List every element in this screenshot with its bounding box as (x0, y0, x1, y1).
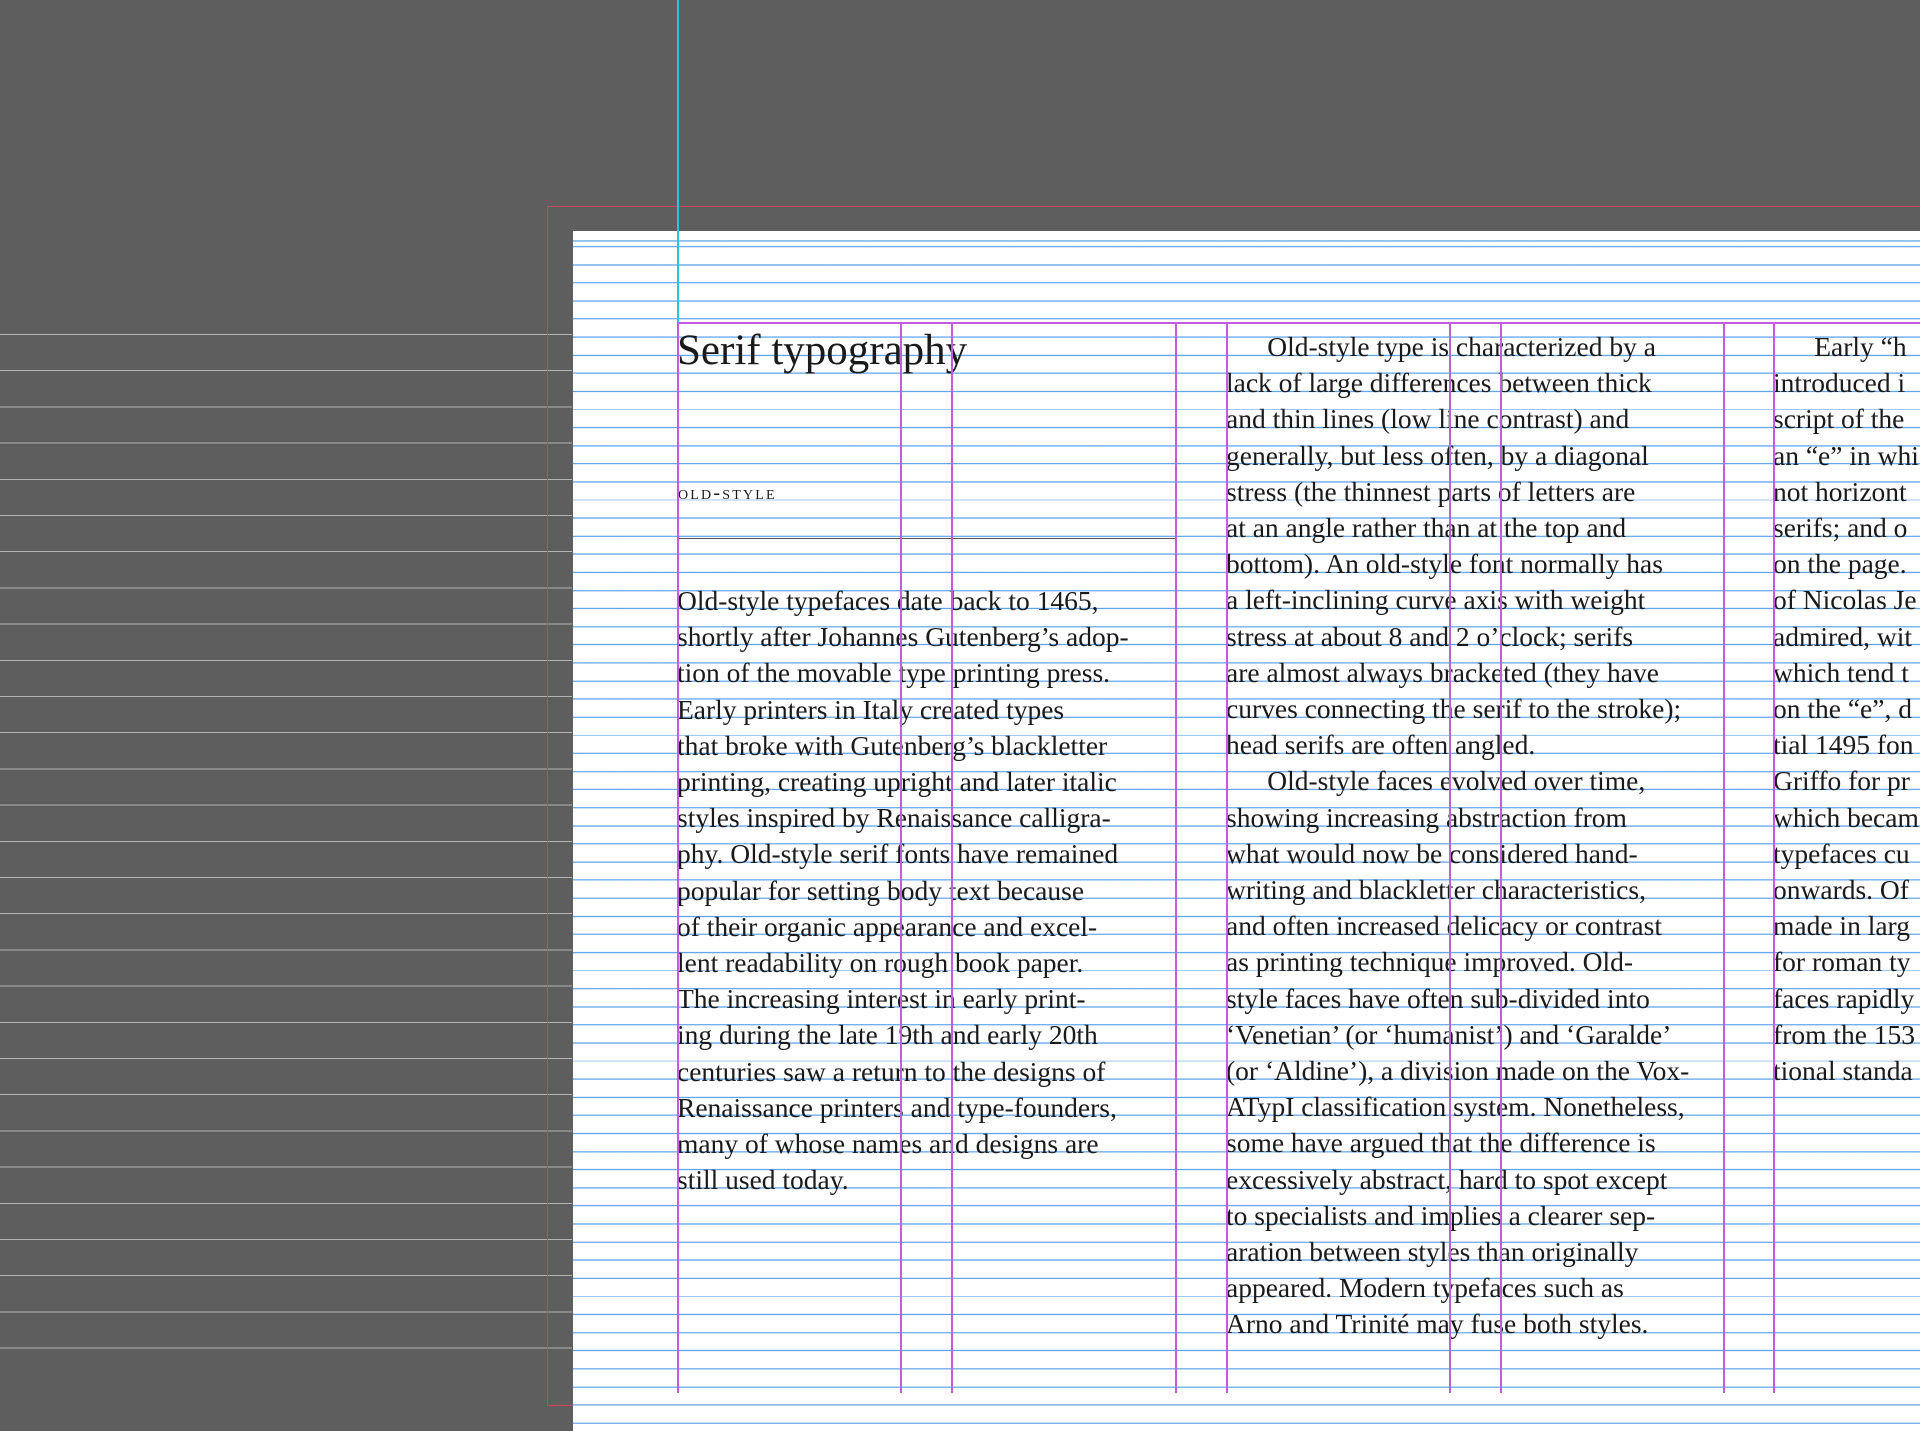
body-text-column-1[interactable]: Old-style typefaces date back to 1465, s… (677, 583, 1129, 1198)
margin-guide-top (677, 322, 1920, 324)
column-guide (677, 322, 679, 1393)
body-text-column-3[interactable]: Early “h introduced i script of the an “… (1773, 329, 1919, 1089)
page-title[interactable]: Serif typography (677, 325, 967, 377)
body-text-column-2[interactable]: Old-style type is characterized by a lac… (1226, 329, 1689, 1343)
subhead-rule (677, 538, 1175, 539)
column-guide (900, 322, 902, 1393)
column-guide (1449, 322, 1451, 1393)
ruler-guide-vertical[interactable] (677, 0, 679, 322)
column-guide (1226, 322, 1228, 1393)
pasteboard-baseline-lines (0, 334, 572, 1384)
section-subhead[interactable]: OLD-STYLE (678, 482, 777, 505)
column-guide (1723, 322, 1725, 1393)
column-guide (951, 322, 953, 1393)
column-guide (1175, 322, 1177, 1393)
column-guide (1773, 322, 1775, 1393)
column-guide (1500, 322, 1502, 1393)
